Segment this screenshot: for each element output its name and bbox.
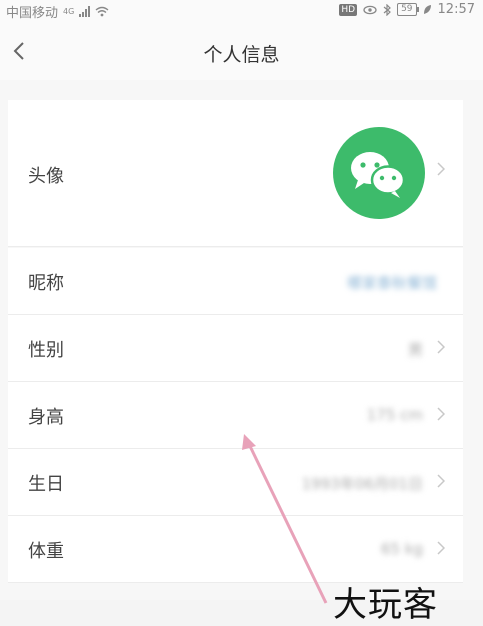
row-label: 头像 [28, 166, 64, 187]
hd-badge: HD [339, 3, 358, 16]
profile-row-gender[interactable]: 性别 男 [8, 315, 463, 382]
signal-icon [79, 6, 91, 17]
profile-row-nickname[interactable]: 昵称 哪家泰秋餐馆 [8, 248, 463, 315]
row-label: 身高 [28, 407, 64, 428]
status-right: HD 59 12:57 [339, 2, 475, 17]
clock: 12:57 [437, 2, 475, 17]
chevron-right-icon [437, 406, 449, 425]
bluetooth-icon [383, 3, 391, 16]
row-value: 175 cm [366, 406, 423, 424]
back-button[interactable] [6, 36, 32, 66]
navigation-bar: 个人信息 [0, 22, 483, 80]
status-left: 中国移动 4G [6, 2, 109, 21]
row-value: 1993年06月01日 [301, 475, 423, 493]
leaf-icon [423, 5, 431, 14]
row-value: 哪家泰秋餐馆 [346, 274, 437, 292]
profile-row-avatar[interactable]: 头像 [8, 100, 463, 247]
wifi-icon [95, 6, 109, 17]
wechat-logo-icon [351, 152, 406, 198]
profile-row-height[interactable]: 身高 175 cm [8, 382, 463, 449]
watermark-text: 大玩客 [333, 585, 438, 625]
row-value: 男 [407, 341, 423, 359]
page-title: 个人信息 [203, 44, 280, 66]
row-label: 性别 [28, 340, 64, 361]
profile-row-birthday[interactable]: 生日 1993年06月01日 [8, 449, 463, 516]
chevron-right-icon [437, 473, 449, 492]
chevron-left-icon [13, 42, 24, 60]
status-bar: 中国移动 4G HD 59 12:57 [0, 0, 483, 22]
chevron-right-icon [437, 161, 449, 180]
profile-list: 头像 昵称 哪家泰秋餐馆 性别 男 身高 175 cm 生日 1993年06月0… [0, 80, 483, 600]
row-label: 生日 [28, 474, 64, 495]
battery-icon: 59 [397, 3, 420, 16]
row-value: 65 kg [380, 540, 423, 558]
chevron-right-icon [437, 540, 449, 559]
network-type: 4G [63, 7, 75, 16]
avatar[interactable] [333, 127, 425, 219]
profile-row-weight[interactable]: 体重 65 kg [8, 516, 463, 583]
chevron-right-icon [437, 339, 449, 358]
carrier-label: 中国移动 [6, 6, 59, 21]
row-label: 昵称 [28, 273, 64, 294]
row-label: 体重 [28, 541, 64, 562]
eye-icon [363, 5, 377, 14]
